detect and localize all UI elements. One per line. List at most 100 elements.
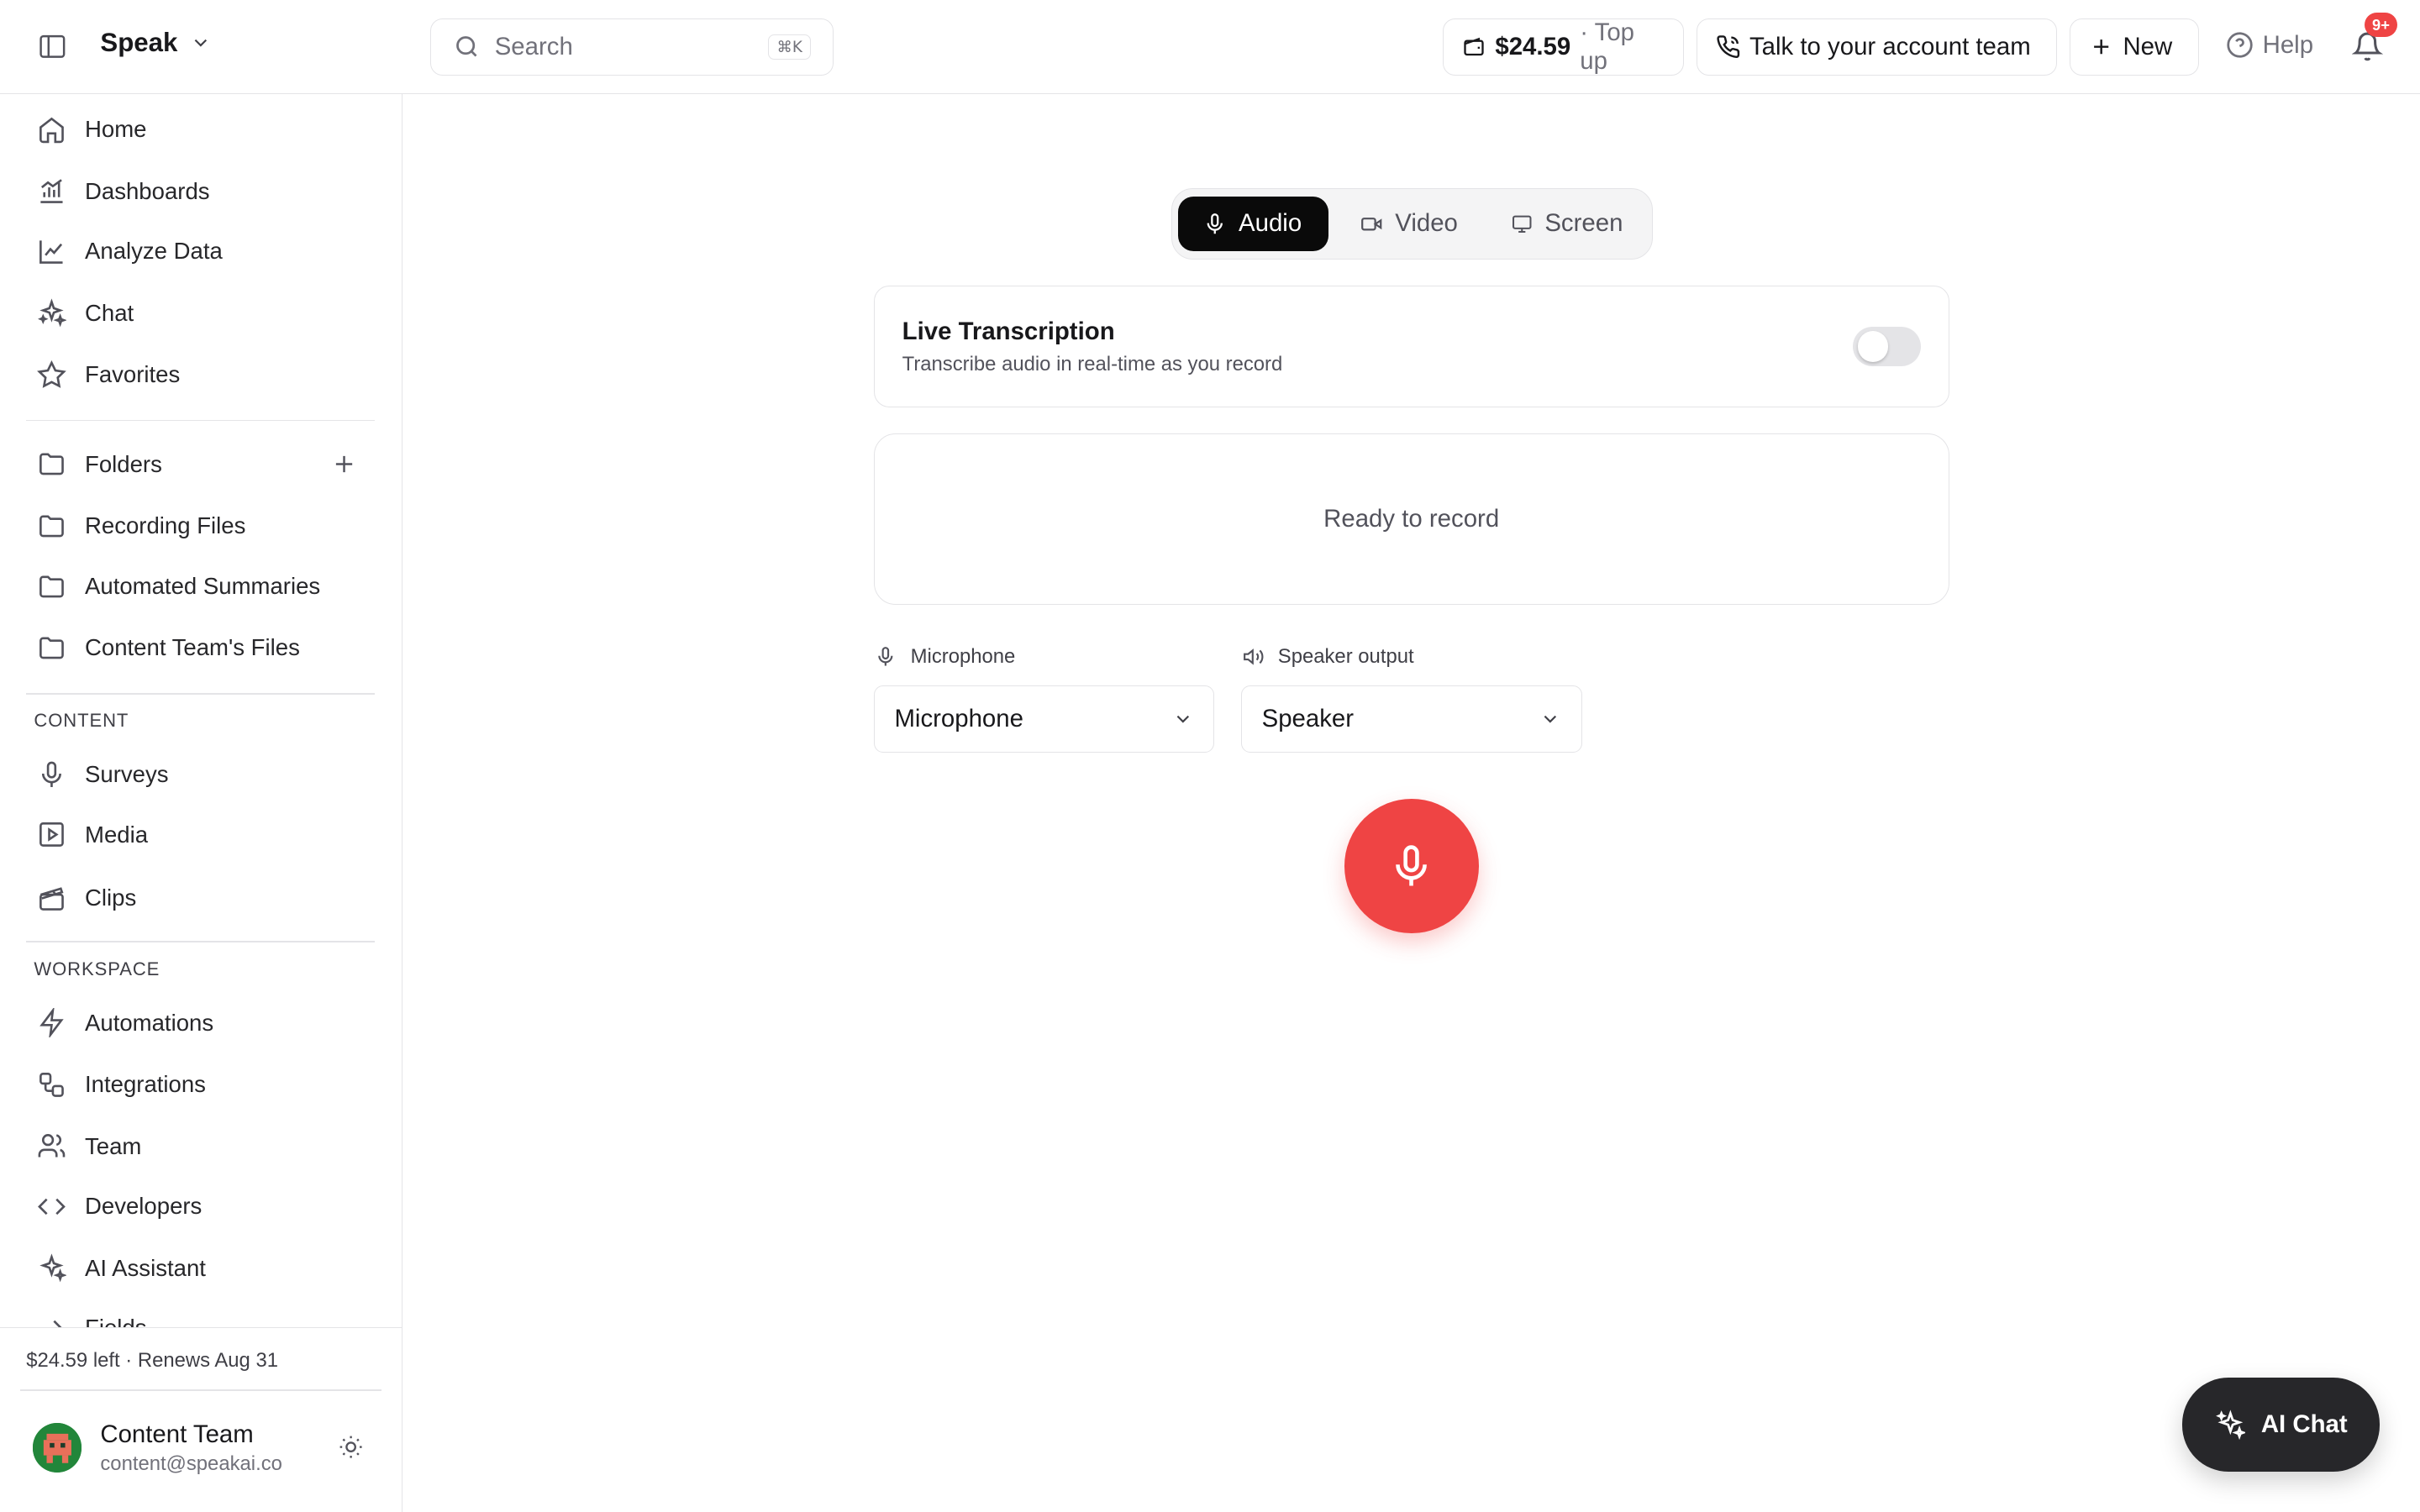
sparkles-icon (2215, 1410, 2246, 1441)
avatar[interactable] (32, 1423, 82, 1473)
sidebar-item-label: Automations (85, 1009, 214, 1036)
account-team-button[interactable]: Talk to your account team (1696, 18, 2058, 76)
sidebar-divider (26, 692, 376, 695)
sparkles-icon (38, 298, 66, 328)
plus-icon (2094, 39, 2109, 55)
sidebar-item-label: Chat (85, 299, 134, 326)
mic-icon (1207, 213, 1223, 234)
toggle-knob (1857, 331, 1889, 362)
sidebar-item-automations[interactable]: Automations (37, 1005, 213, 1042)
bar-chart-icon (40, 179, 63, 204)
account-team-label: Talk to your account team (1749, 33, 2031, 60)
users-icon (38, 1134, 66, 1158)
wallet-icon (1464, 38, 1485, 56)
mic-icon (878, 646, 893, 666)
new-button[interactable]: New (2070, 18, 2200, 76)
play-square-icon (39, 822, 64, 848)
sidebar-item-media[interactable]: Media (37, 816, 148, 853)
sidebar-item-analyze-data[interactable]: Analyze Data (37, 233, 223, 270)
folder-icon (39, 515, 64, 538)
folder-item-automated-summaries[interactable]: Automated Summaries (37, 568, 320, 605)
folder-icon (39, 637, 64, 659)
folder-item-recording-files[interactable]: Recording Files (37, 507, 245, 544)
sidebar-item-clips[interactable]: Clips (37, 879, 136, 916)
folder-item-content-team-files[interactable]: Content Team's Files (37, 629, 300, 666)
sidebar-item-label: Dashboards (85, 177, 210, 204)
line-chart-icon (39, 240, 63, 264)
workflow-icon (39, 1072, 64, 1097)
sidebar-divider (19, 1389, 381, 1391)
search-placeholder: Search (494, 33, 573, 60)
help-label: Help (2262, 30, 2314, 59)
search-input[interactable]: Search ⌘K (430, 18, 834, 76)
sidebar-item-surveys[interactable]: Surveys (37, 756, 169, 793)
top-bar: Speak Search ⌘K $24.59 · Top up Talk to … (0, 0, 2420, 95)
tab-audio[interactable]: Audio (1178, 197, 1328, 251)
topup-label: · Top up (1580, 18, 1635, 76)
star-icon (37, 360, 66, 388)
sidebar-item-folders[interactable]: Folders (37, 446, 162, 483)
record-button[interactable] (1344, 799, 1479, 934)
sidebar: Home Dashboards Analyze Data Chat Favori… (0, 94, 403, 1512)
topup-button[interactable]: $24.59 · Top up (1443, 18, 1684, 76)
help-circle-icon (2226, 32, 2253, 58)
ai-chat-label: AI Chat (2260, 1410, 2348, 1439)
tab-screen[interactable]: Screen (1487, 197, 1648, 250)
sidebar-item-team[interactable]: Team (37, 1128, 141, 1165)
mic-icon (1396, 845, 1428, 886)
speaker-select[interactable]: Speaker (1240, 685, 1582, 753)
mic-icon (42, 761, 62, 787)
sidebar-item-label: Developers (85, 1193, 203, 1220)
sidebar-item-home[interactable]: Home (37, 111, 146, 148)
recording-mode-tabs: Audio Video Screen (1171, 188, 1654, 260)
folder-icon (39, 575, 64, 597)
microphone-select-value: Microphone (894, 704, 1023, 732)
notification-badge: 9+ (2364, 12, 2398, 38)
microphone-label: Microphone (875, 645, 1015, 669)
ai-chat-button[interactable]: AI Chat (2182, 1378, 2381, 1473)
sidebar-divider (26, 419, 376, 422)
phone-icon (1716, 35, 1739, 59)
section-label-workspace: WORKSPACE (34, 958, 160, 979)
chevron-down-icon (1544, 715, 1557, 723)
tab-label: Video (1395, 209, 1458, 238)
sidebar-item-integrations[interactable]: Integrations (37, 1066, 206, 1103)
sidebar-item-label: Team (85, 1132, 142, 1159)
sidebar-item-chat[interactable]: Chat (37, 295, 134, 332)
user-email: content@speakai.co (100, 1452, 282, 1476)
sun-icon[interactable] (338, 1434, 364, 1460)
chevron-down-icon (1176, 715, 1189, 723)
microphone-select[interactable]: Microphone (873, 685, 1215, 753)
speaker-select-value: Speaker (1261, 704, 1355, 732)
balance-amount: $24.59 (1495, 33, 1571, 60)
live-transcription-card: Live Transcription Transcribe audio in r… (873, 285, 1949, 407)
video-icon (1361, 217, 1382, 231)
chevron-down-icon (194, 39, 208, 47)
speaker-label-text: Speaker output (1277, 644, 1414, 668)
plan-renewal-text: $24.59 left · Renews Aug 31 (26, 1349, 278, 1373)
tab-label: Audio (1239, 209, 1302, 238)
sidebar-divider (26, 941, 376, 943)
sidebar-item-developers[interactable]: Developers (37, 1188, 202, 1225)
live-transcription-toggle[interactable] (1853, 326, 1921, 367)
sidebar-item-favorites[interactable]: Favorites (37, 356, 180, 393)
folder-icon (39, 453, 64, 475)
workspace-switcher[interactable]: Speak (100, 28, 211, 58)
tab-label: Screen (1544, 209, 1623, 238)
sidebar-toggle-icon[interactable] (37, 31, 68, 62)
monitor-icon (1512, 215, 1532, 233)
sidebar-item-label: Integrations (85, 1071, 206, 1098)
sidebar-footer: $24.59 left · Renews Aug 31 Content Team… (0, 1326, 402, 1512)
add-folder-icon[interactable] (330, 450, 358, 478)
sidebar-item-ai-assistant[interactable]: AI Assistant (37, 1250, 206, 1287)
sidebar-item-dashboards[interactable]: Dashboards (37, 173, 210, 210)
app-root: Speak Search ⌘K $24.59 · Top up Talk to … (0, 0, 2420, 1512)
sidebar-item-label: Home (85, 116, 147, 143)
tab-video[interactable]: Video (1336, 197, 1482, 250)
help-button[interactable]: Help (2226, 31, 2313, 60)
recording-status-text: Ready to record (1323, 505, 1500, 533)
code-icon (38, 1198, 66, 1215)
live-transcription-subtitle: Transcribe audio in real-time as you rec… (902, 352, 1283, 375)
sidebar-item-label: Favorites (85, 361, 181, 388)
sidebar-item-label: Content Team's Files (85, 634, 300, 661)
